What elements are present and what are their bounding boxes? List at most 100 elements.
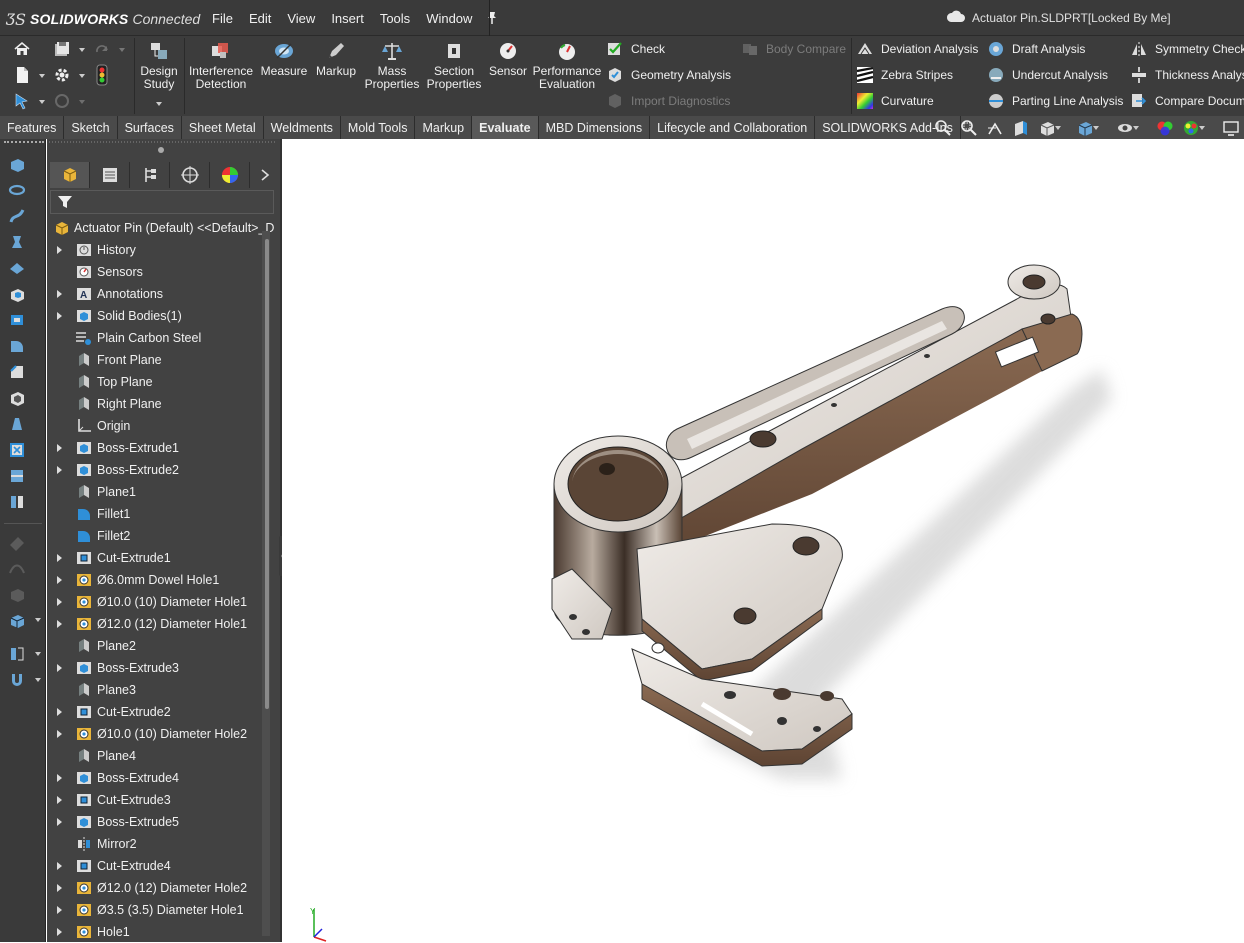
menu-file[interactable]: File xyxy=(204,11,241,26)
lofted-boss-icon[interactable] xyxy=(6,231,28,253)
expand-arrow-icon[interactable] xyxy=(57,444,62,452)
tree-item[interactable]: Cut-Extrude2 xyxy=(47,701,265,723)
tree-item[interactable]: Ø10.0 (10) Diameter Hole1 xyxy=(47,591,265,613)
tree-item[interactable]: Fillet1 xyxy=(47,503,265,525)
panel-grip[interactable] xyxy=(47,139,280,161)
tree-item[interactable]: Boss-Extrude5 xyxy=(47,811,265,833)
linear-pattern-icon[interactable] xyxy=(6,491,28,513)
save-dropdown-caret[interactable] xyxy=(79,48,85,52)
tree-item[interactable]: Origin xyxy=(47,415,265,437)
tree-scrollbar-thumb[interactable] xyxy=(265,239,269,709)
tree-item[interactable]: Plane2 xyxy=(47,635,265,657)
check-button[interactable]: Check xyxy=(606,40,665,58)
new-dropdown-caret[interactable] xyxy=(39,74,45,78)
tab-features[interactable]: Features xyxy=(0,116,65,139)
displaymanager-tab[interactable] xyxy=(210,162,250,188)
tree-item[interactable]: Boss-Extrude2 xyxy=(47,459,265,481)
options-dropdown-caret[interactable] xyxy=(79,74,85,78)
deviation-analysis-button[interactable]: Deviation Analysis xyxy=(856,40,978,58)
revolved-boss-icon[interactable] xyxy=(6,179,28,201)
solidworks-logo[interactable]: ƷS SOLIDWORKS Connected xyxy=(6,9,200,29)
tree-item[interactable]: Ø6.0mm Dowel Hole1 xyxy=(47,569,265,591)
menu-edit[interactable]: Edit xyxy=(241,11,279,26)
sensor-button[interactable]: Sensor xyxy=(486,40,530,78)
expand-arrow-icon[interactable] xyxy=(57,620,62,628)
select-dropdown-caret[interactable] xyxy=(39,100,45,104)
markup-button[interactable]: Markup xyxy=(312,40,360,78)
previous-view-icon[interactable] xyxy=(982,116,1008,139)
wrap-icon[interactable] xyxy=(6,465,28,487)
expand-arrow-icon[interactable] xyxy=(57,290,62,298)
tab-surfaces[interactable]: Surfaces xyxy=(118,116,182,139)
display-style-icon[interactable] xyxy=(1072,116,1099,139)
tree-item[interactable]: Ø12.0 (12) Diameter Hole2 xyxy=(47,877,265,899)
pin-icon[interactable] xyxy=(482,8,502,28)
feature-tree-filter[interactable] xyxy=(50,190,274,214)
design-study-button[interactable]: Design Study xyxy=(140,40,178,91)
new-document-icon[interactable] xyxy=(13,66,31,84)
tree-item[interactable]: Right Plane xyxy=(47,393,265,415)
menu-view[interactable]: View xyxy=(279,11,323,26)
expand-arrow-icon[interactable] xyxy=(57,818,62,826)
tree-item[interactable]: Sensors xyxy=(47,261,265,283)
extruded-boss-icon[interactable] xyxy=(6,153,28,175)
compare-documents-button[interactable]: Compare Documents xyxy=(1130,92,1244,110)
tree-item[interactable]: A Annotations xyxy=(47,283,265,305)
reference-plane-caret[interactable] xyxy=(35,652,41,656)
expand-arrow-icon[interactable] xyxy=(57,884,62,892)
expand-arrow-icon[interactable] xyxy=(57,730,62,738)
tree-item[interactable]: Ø3.5 (3.5) Diameter Hole1 xyxy=(47,899,265,921)
tree-item[interactable]: Boss-Extrude1 xyxy=(47,437,265,459)
expand-arrow-icon[interactable] xyxy=(57,664,62,672)
edit-appearance-icon[interactable] xyxy=(1152,116,1178,139)
tree-item[interactable]: Plane3 xyxy=(47,679,265,701)
reference-plane-icon[interactable] xyxy=(6,643,28,665)
undercut-analysis-button[interactable]: Undercut Analysis xyxy=(987,66,1108,84)
menu-tools[interactable]: Tools xyxy=(372,11,418,26)
fillet-icon[interactable] xyxy=(6,335,28,357)
tree-item[interactable]: Cut-Extrude3 xyxy=(47,789,265,811)
propertymanager-tab[interactable] xyxy=(90,162,130,188)
expand-arrow-icon[interactable] xyxy=(57,708,62,716)
tree-item[interactable]: Hole1 xyxy=(47,921,265,943)
tree-item[interactable]: Plane1 xyxy=(47,481,265,503)
tree-item[interactable]: Solid Bodies(1) xyxy=(47,305,265,327)
tree-root-part[interactable]: Actuator Pin (Default) <<Default>_D xyxy=(47,217,274,239)
expand-arrow-icon[interactable] xyxy=(57,598,62,606)
chamfer-icon[interactable] xyxy=(6,361,28,383)
tree-item[interactable]: History xyxy=(47,239,265,261)
zoom-to-fit-icon[interactable] xyxy=(930,116,956,139)
tab-mold-tools[interactable]: Mold Tools xyxy=(341,116,416,139)
tab-sheet-metal[interactable]: Sheet Metal xyxy=(182,116,264,139)
tab-weldments[interactable]: Weldments xyxy=(264,116,341,139)
tree-item[interactable]: Front Plane xyxy=(47,349,265,371)
zebra-stripes-button[interactable]: Zebra Stripes xyxy=(856,66,953,84)
expand-arrow-icon[interactable] xyxy=(57,862,62,870)
tab-sketch[interactable]: Sketch xyxy=(64,116,118,139)
toolbar-grip[interactable] xyxy=(4,141,44,144)
tree-item[interactable]: Cut-Extrude1 xyxy=(47,547,265,569)
extruded-cut-icon[interactable] xyxy=(6,283,28,305)
tree-item[interactable]: Mirror2 xyxy=(47,833,265,855)
draft-analysis-button[interactable]: Draft Analysis xyxy=(987,40,1085,58)
expand-arrow-icon[interactable] xyxy=(57,312,62,320)
swept-boss-icon[interactable] xyxy=(6,205,28,227)
split-line-caret[interactable] xyxy=(35,618,41,622)
save-icon[interactable] xyxy=(53,40,71,58)
tab-evaluate[interactable]: Evaluate xyxy=(472,116,539,139)
measure-button[interactable]: Measure xyxy=(258,40,310,78)
tree-item[interactable]: Ø10.0 (10) Diameter Hole2 xyxy=(47,723,265,745)
tree-item[interactable]: Ø12.0 (12) Diameter Hole1 xyxy=(47,613,265,635)
expand-arrow-icon[interactable] xyxy=(57,466,62,474)
graphics-area[interactable]: Y xyxy=(282,139,1244,942)
menu-window[interactable]: Window xyxy=(418,11,480,26)
section-view-icon[interactable] xyxy=(1008,116,1034,139)
configurationmanager-tab[interactable] xyxy=(130,162,170,188)
expand-arrow-icon[interactable] xyxy=(57,246,62,254)
mass-properties-button[interactable]: Mass Properties xyxy=(364,40,420,91)
performance-evaluation-button[interactable]: Performance Evaluation xyxy=(533,40,601,91)
expand-arrow-icon[interactable] xyxy=(57,774,62,782)
thickness-analysis-button[interactable]: Thickness Analysis xyxy=(1130,66,1244,84)
hide-show-items-icon[interactable] xyxy=(1112,116,1139,139)
rib-icon[interactable] xyxy=(6,439,28,461)
